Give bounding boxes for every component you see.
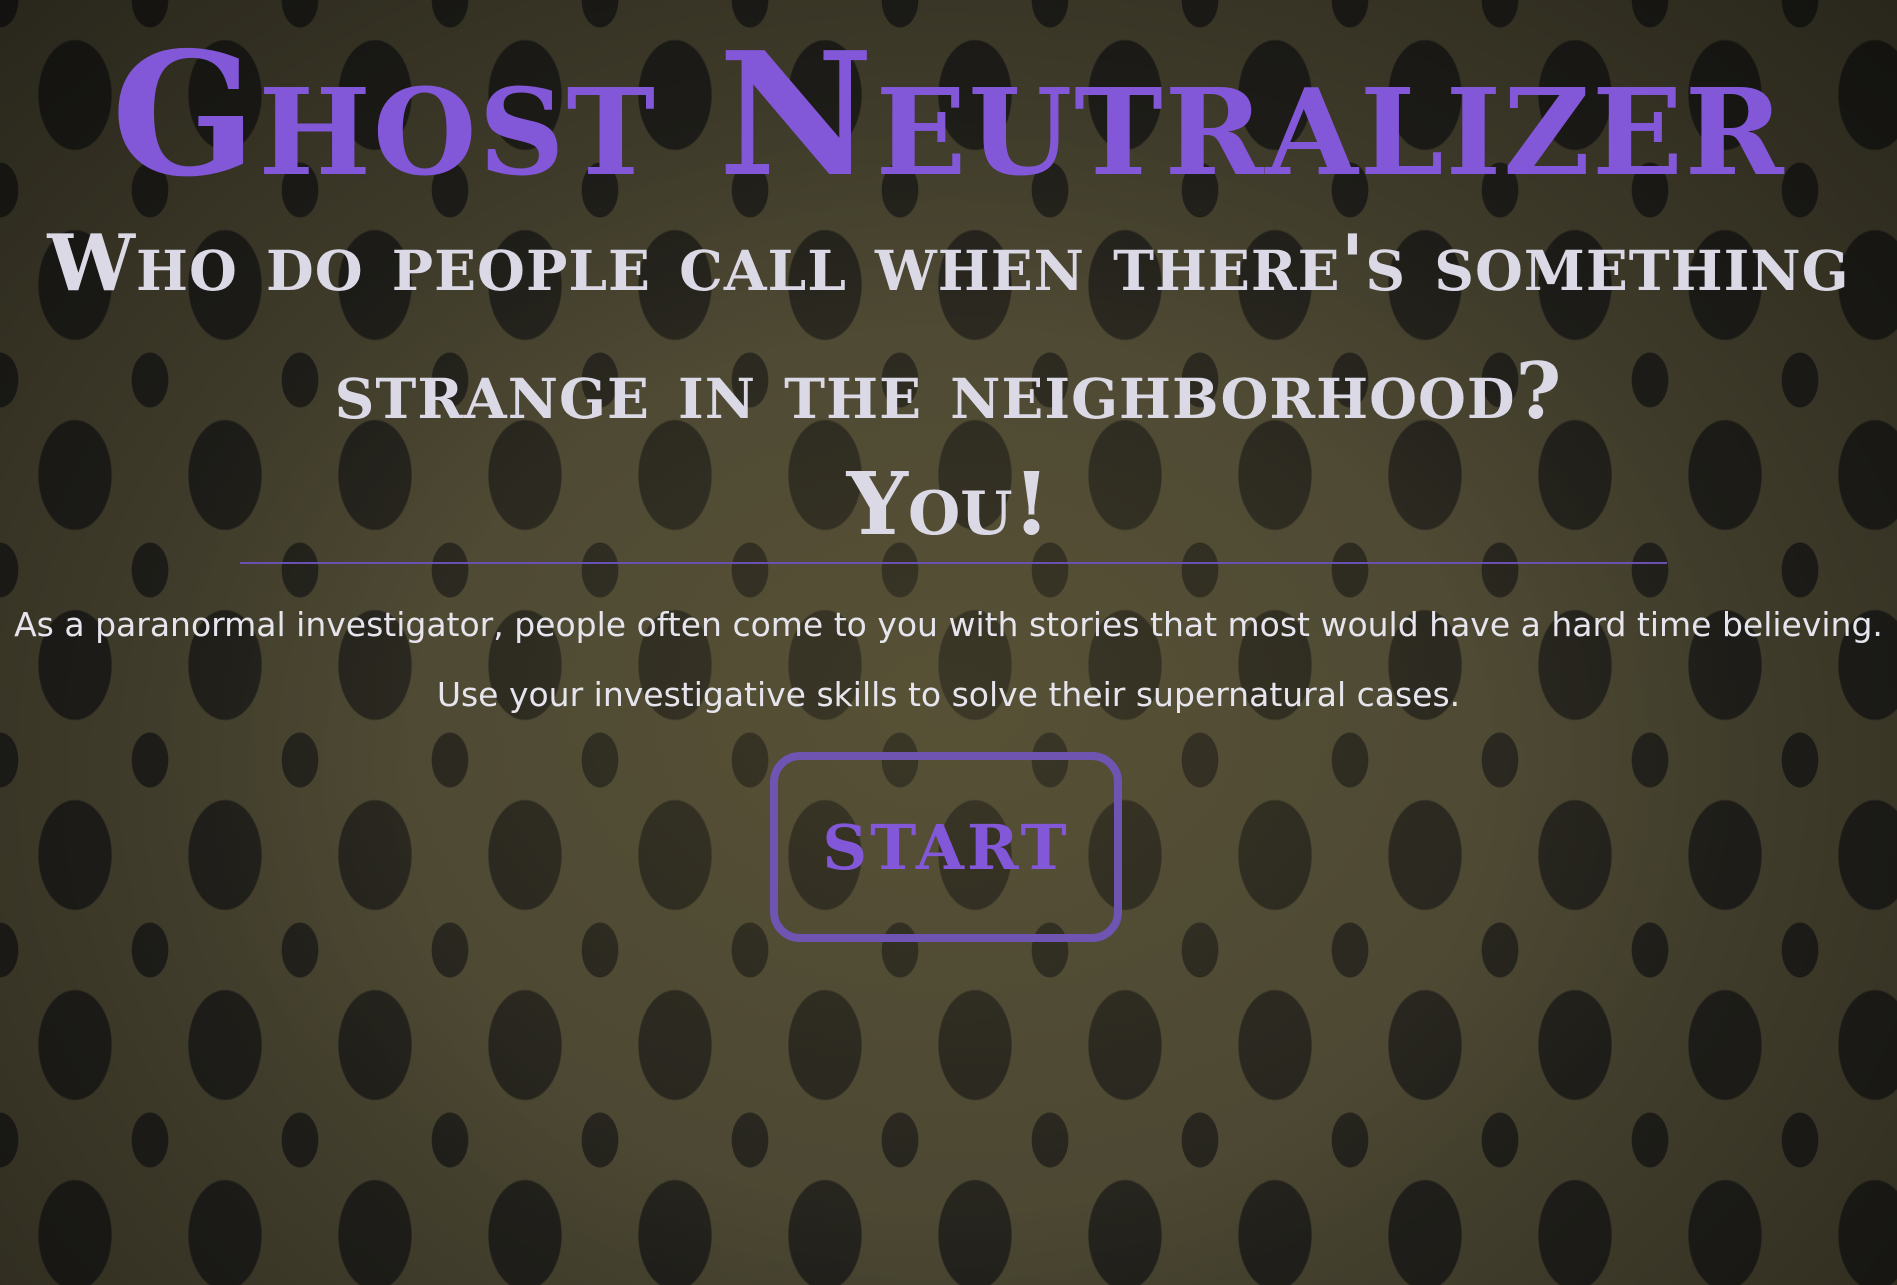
description-line-1: As a paranormal investigator, people oft… [14, 605, 1883, 644]
description-line-2: Use your investigative skills to solve t… [436, 675, 1461, 714]
game-title: Ghost Neutralizer [111, 15, 1786, 215]
tagline: Who do people call when there's somethin… [0, 200, 1897, 456]
tagline-line-2: strange in the neighborhood? [334, 346, 1563, 437]
landing-screen: Ghost Neutralizer Who do people call whe… [0, 0, 1897, 1285]
tagline-answer: You! [846, 454, 1051, 555]
start-button[interactable]: START [770, 752, 1122, 942]
description: As a paranormal investigator, people oft… [0, 590, 1897, 730]
tagline-line-1: Who do people call when there's somethin… [47, 218, 1850, 309]
divider [240, 562, 1667, 564]
